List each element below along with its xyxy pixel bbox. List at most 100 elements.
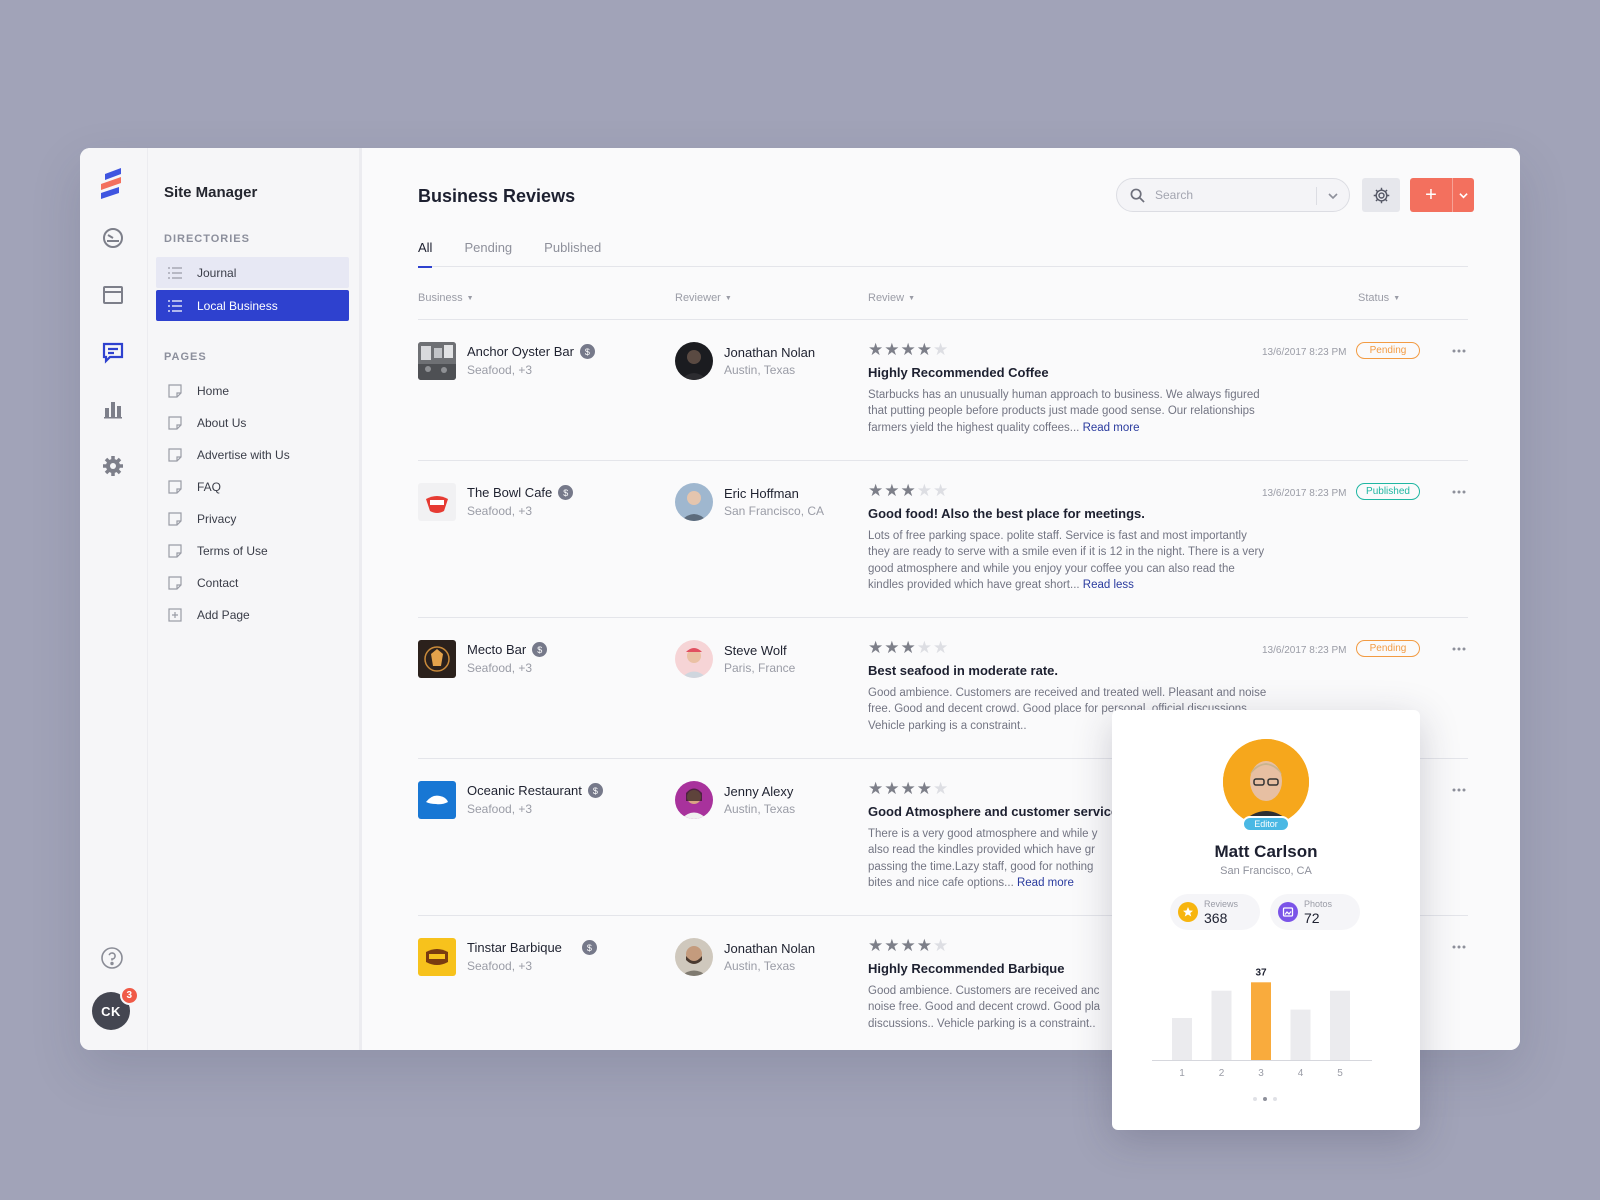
more-options-icon[interactable] [1452,945,1466,949]
directories-heading: DIRECTORIES [164,233,250,245]
sidebar-item-local-business[interactable]: Local Business [156,290,349,321]
help-icon[interactable] [100,946,124,970]
add-button[interactable]: + [1410,178,1474,212]
chevron-down-icon[interactable] [1328,191,1338,201]
sidebar-page-terms[interactable]: Terms of Use [156,535,349,567]
star-rating: ★★★★★ [868,937,949,955]
carousel-dot[interactable] [1253,1097,1257,1101]
star-empty-icon: ★ [933,481,950,500]
business-name[interactable]: Oceanic Restaurant $ [467,783,603,798]
business-name[interactable]: Mecto Bar $ [467,642,548,657]
status-badge[interactable]: Published [1356,483,1420,500]
reviewer-avatar [675,781,713,819]
column-business[interactable]: Business ▼ [418,292,474,304]
reviewer-name[interactable]: Jenny Alexy [724,784,793,799]
read-less-link[interactable]: Read less [1083,579,1134,591]
column-status[interactable]: Status ▼ [1358,292,1400,304]
chart-bar-2[interactable] [1211,990,1232,1060]
user-avatar[interactable]: CK 3 [92,986,139,1030]
status-badge[interactable]: Pending [1356,342,1420,359]
table-row[interactable]: The Bowl Cafe $ Seafood, +3 Eric Hoffman … [418,461,1468,618]
review-title: Good Atmosphere and customer service [868,804,1119,819]
reviewer-name[interactable]: Jonathan Nolan [724,345,815,360]
star-filled-icon: ★ [868,638,885,657]
more-options-icon[interactable] [1452,788,1466,792]
page-icon [168,576,182,590]
page-icon [168,384,182,398]
user-initials: CK [101,1003,121,1019]
star-empty-icon: ★ [916,481,933,500]
chart-data-label: 37 [1255,967,1267,978]
sort-caret-icon: ▼ [466,295,474,302]
notification-badge: 3 [120,986,139,1005]
tab-all[interactable]: All [418,240,433,268]
star-rating: ★★★★★ [868,639,949,657]
reviewer-name[interactable]: Jonathan Nolan [724,941,815,956]
list-icon [168,266,182,279]
star-empty-icon: ★ [916,638,933,657]
browser-window-icon[interactable] [101,283,125,307]
page-label: About Us [197,416,247,430]
plus-icon[interactable]: + [1410,178,1452,212]
review-tabs: All Pending Published [418,240,1468,268]
page-icon [168,480,182,494]
carousel-dot[interactable] [1273,1097,1277,1101]
carousel-dot-active[interactable] [1263,1097,1267,1101]
sidebar-item-journal[interactable]: Journal [156,257,349,288]
chart-bar-1[interactable] [1172,1018,1192,1060]
reviewer-name[interactable]: Steve Wolf [724,643,787,658]
photos-stat[interactable]: Photos 72 [1270,894,1360,930]
status-badge[interactable]: Pending [1356,640,1420,657]
chart-bar-5[interactable] [1330,990,1350,1060]
sidebar-page-privacy[interactable]: Privacy [156,503,349,535]
business-category: Seafood, +3 [467,661,533,675]
star-filled-icon: ★ [884,638,901,657]
settings-button[interactable] [1362,178,1400,212]
add-square-icon [168,608,182,622]
business-name[interactable]: Anchor Oyster Bar $ [467,344,595,359]
reviewer-avatar [675,640,713,678]
chart-bar-3[interactable] [1251,982,1271,1060]
search-input[interactable] [1155,188,1305,202]
star-rating: ★★★★★ [868,341,949,359]
sidebar-page-faq[interactable]: FAQ [156,471,349,503]
tab-published[interactable]: Published [544,240,601,267]
reviews-chat-icon[interactable] [101,340,125,364]
sidebar-add-page[interactable]: Add Page [156,599,349,631]
profile-photo [1223,739,1309,825]
star-empty-icon: ★ [933,936,950,955]
add-dropdown-toggle[interactable] [1452,178,1474,212]
sidebar-page-about-us[interactable]: About Us [156,407,349,439]
sidebar-page-home[interactable]: Home [156,375,349,407]
more-options-icon[interactable] [1452,647,1466,651]
column-reviewer[interactable]: Reviewer ▼ [675,292,732,304]
tab-pending[interactable]: Pending [464,240,512,267]
settings-gear-icon[interactable] [101,454,125,478]
search-box[interactable] [1116,178,1350,212]
reviews-stat[interactable]: Reviews 368 [1170,894,1260,930]
more-options-icon[interactable] [1452,349,1466,353]
more-options-icon[interactable] [1452,490,1466,494]
analytics-bar-icon[interactable] [101,397,125,421]
business-name[interactable]: Tinstar Barbique $ [467,940,597,955]
sidebar-page-contact[interactable]: Contact [156,567,349,599]
mecto-bar-logo-icon [424,646,450,672]
photos-count: 72 [1304,910,1320,926]
table-row[interactable]: Anchor Oyster Bar $ Seafood, +3 Jonathan … [418,320,1468,461]
icon-rail: CK 3 [80,148,148,1050]
business-category: Seafood, +3 [467,504,533,518]
pages-heading: PAGES [164,351,207,363]
chart-bar-4[interactable] [1290,1009,1311,1060]
business-name[interactable]: The Bowl Cafe $ [467,485,574,500]
column-review[interactable]: Review ▼ [868,292,915,304]
reviewer-name[interactable]: Eric Hoffman [724,486,799,501]
star-filled-icon: ★ [916,340,933,359]
read-more-link[interactable]: Read more [1083,422,1140,434]
dollar-icon: $ [587,783,603,798]
star-empty-icon: ★ [933,779,950,798]
brand-logo-icon[interactable] [99,168,125,202]
dashboard-gauge-icon[interactable] [101,226,125,250]
reviewer-location: Austin, Texas [724,363,796,377]
sidebar-page-advertise[interactable]: Advertise with Us [156,439,349,471]
read-more-link[interactable]: Read more [1017,877,1074,889]
